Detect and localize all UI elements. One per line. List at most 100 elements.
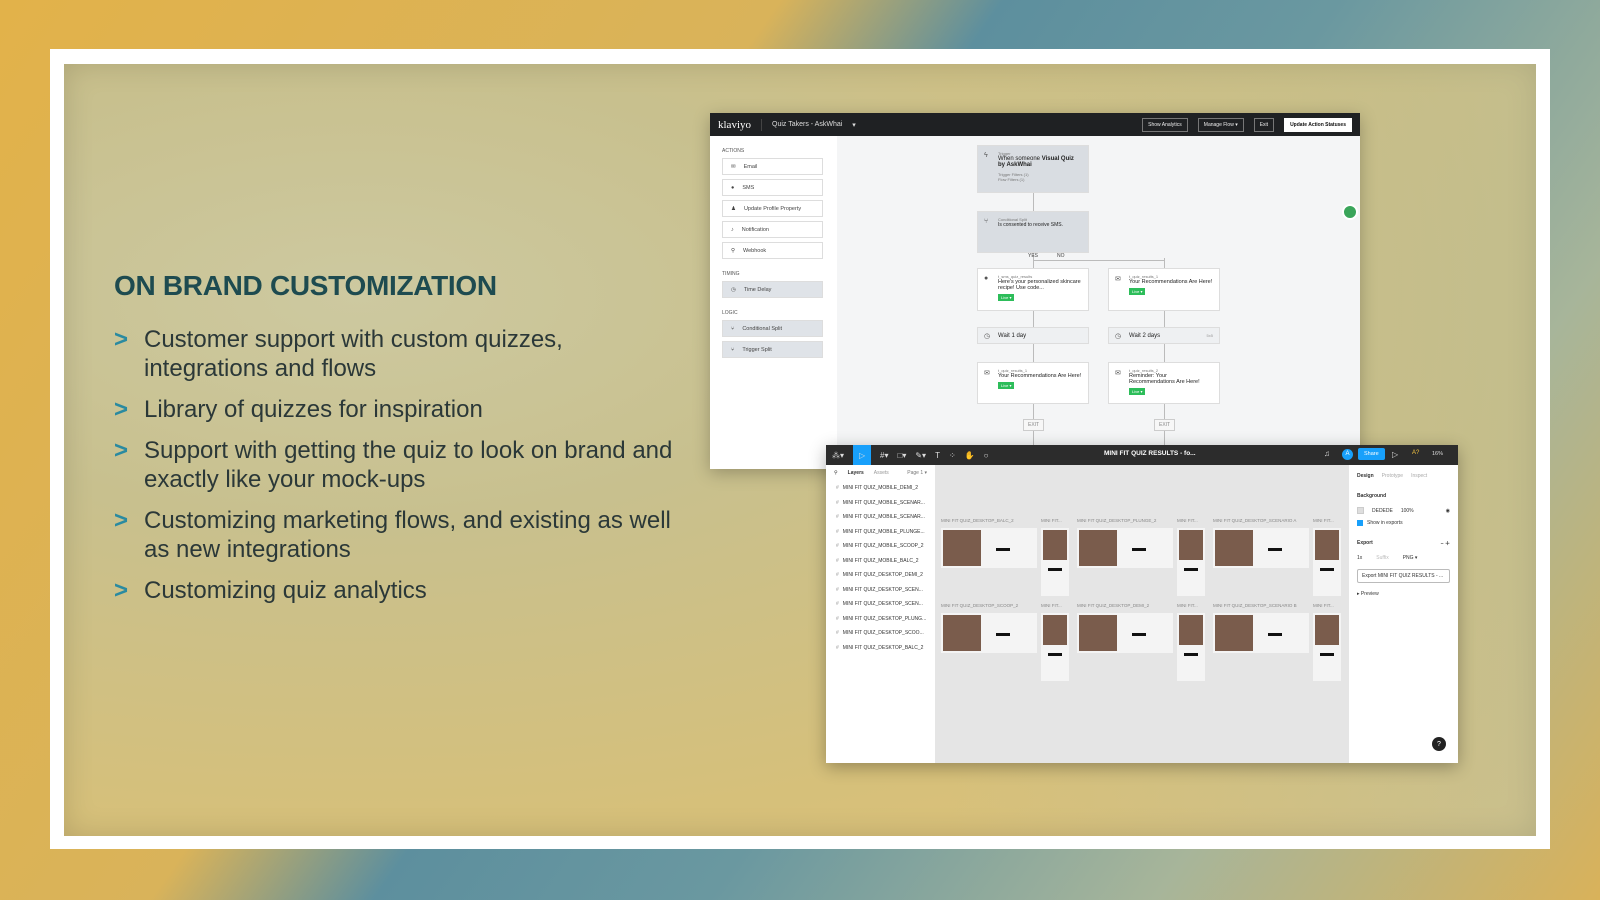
layer-item[interactable]: # MINI FIT QUIZ_DESKTOP_PLUNG... [826, 612, 935, 627]
layer-item[interactable]: # MINI FIT QUIZ_MOBILE_BALC_2 [826, 554, 935, 569]
help-button[interactable]: ? [1432, 737, 1446, 751]
show-exports-checkbox[interactable] [1357, 520, 1363, 526]
sidebar-item-time-delay[interactable]: ◷ Time Delay [722, 281, 823, 298]
frame-icon: # [836, 644, 839, 651]
frame-icon: # [836, 586, 839, 593]
preview-toggle[interactable]: Preview [1361, 591, 1379, 597]
frame-thumbnail[interactable] [941, 613, 1037, 653]
color-swatch[interactable] [1357, 507, 1364, 514]
layer-item[interactable]: # MINI FIT QUIZ_MOBILE_PLUNGE... [826, 525, 935, 540]
checkbox-label: Show in exports [1367, 520, 1403, 526]
flow-name-dropdown[interactable]: Quiz Takers - AskWhai [772, 121, 842, 128]
frame-label: MINI FIT... [1313, 518, 1334, 523]
frame-thumbnail[interactable] [1177, 613, 1205, 681]
component-tool-icon[interactable]: ⁘ [949, 451, 956, 460]
avatar[interactable]: A [1342, 449, 1353, 460]
layer-item[interactable]: # MINI FIT QUIZ_DESKTOP_BALC_2 [826, 641, 935, 656]
update-action-statuses-button[interactable]: Update Action Statuses [1284, 117, 1352, 132]
headphones-icon[interactable]: ♫ [1324, 449, 1330, 458]
layer-item[interactable]: # MINI FIT QUIZ_MOBILE_SCENAR... [826, 510, 935, 525]
bullet-item: > Customer support with custom quizzes, i… [114, 325, 674, 383]
color-hex[interactable]: DEDEDE [1372, 508, 1393, 514]
wait-node[interactable]: ◷ Wait 2 days 5x5 [1108, 327, 1220, 344]
split-icon: ⑂ [731, 325, 735, 332]
frame-thumbnail[interactable] [941, 528, 1037, 568]
frame-icon: # [836, 615, 839, 622]
layer-item[interactable]: # MINI FIT QUIZ_DESKTOP_SCEN... [826, 583, 935, 598]
frame-thumbnail[interactable] [1177, 528, 1205, 596]
klaviyo-logo: klaviyo [718, 118, 762, 131]
lightning-icon: ϟ [984, 152, 988, 159]
layer-item[interactable]: # MINI FIT QUIZ_DESKTOP_SCEN... [826, 597, 935, 612]
trigger-node[interactable]: ϟ Trigger When someone Visual Quiz by AskW… [977, 145, 1089, 193]
sidebar-item-webhook[interactable]: ⚲ Webhook [722, 242, 823, 259]
share-button[interactable]: Share [1358, 448, 1385, 460]
eye-icon[interactable]: ◉ [1446, 508, 1450, 514]
search-icon[interactable]: ⚲ [834, 470, 838, 476]
email-message-node[interactable]: ✉ t_quiz_results_1 Your Recommendations Ar… [1108, 268, 1220, 311]
sidebar-item-update-profile[interactable]: ♟ Update Profile Property [722, 200, 823, 217]
background-heading: Background [1357, 493, 1387, 499]
layer-item[interactable]: # MINI FIT QUIZ_MOBILE_DEMI_2 [826, 481, 935, 496]
item-label: Notification [741, 226, 769, 233]
bullet-item: > Customizing quiz analytics [114, 576, 674, 605]
frame-thumbnail[interactable] [1041, 613, 1069, 681]
text-tool-icon[interactable]: T [935, 451, 940, 460]
pen-tool-icon[interactable]: ✎▾ [915, 451, 926, 460]
frame-thumbnail[interactable] [1077, 613, 1173, 653]
hand-tool-icon[interactable]: ✋ [965, 451, 975, 460]
frame-tool-icon[interactable]: #▾ [880, 451, 888, 460]
email-icon: ✉ [1115, 276, 1121, 283]
help-widget-icon[interactable] [1342, 204, 1358, 220]
email-message-node[interactable]: ✉ t_quiz_results_1 Your Recommendations Ar… [977, 362, 1089, 404]
file-title[interactable]: MINI FIT QUIZ RESULTS - fo... [1104, 450, 1196, 457]
layer-item[interactable]: # MINI FIT QUIZ_DESKTOP_SCOO... [826, 626, 935, 641]
frame-thumbnail[interactable] [1213, 613, 1309, 653]
show-analytics-button[interactable]: Show Analytics [1142, 117, 1188, 132]
frame-label: MINI FIT... [1041, 603, 1062, 608]
frame-thumbnail[interactable] [1313, 528, 1341, 596]
move-tool-icon[interactable]: ▷ [853, 445, 872, 465]
frame-thumbnail[interactable] [1313, 613, 1341, 681]
export-scale[interactable]: 1x [1357, 555, 1362, 561]
tab-layers[interactable]: Layers [848, 470, 864, 476]
tab-prototype[interactable]: Prototype [1382, 473, 1403, 479]
present-icon[interactable]: ▷ [1392, 450, 1398, 459]
layer-item[interactable]: # MINI FIT QUIZ_DESKTOP_DEMI_2 [826, 568, 935, 583]
font-warning-icon[interactable]: A? [1412, 450, 1419, 456]
tab-design[interactable]: Design [1357, 473, 1374, 479]
yes-label: YES [1028, 253, 1039, 259]
sidebar-item-conditional-split[interactable]: ⑂ Conditional Split [722, 320, 823, 337]
frame-thumbnail[interactable] [1077, 528, 1173, 568]
exit-button[interactable]: Exit [1253, 117, 1275, 132]
wait-node[interactable]: ◷ Wait 1 day [977, 327, 1089, 344]
sidebar-item-trigger-split[interactable]: ⑂ Trigger Split [722, 341, 823, 358]
layer-item[interactable]: # MINI FIT QUIZ_MOBILE_SCOOP_2 [826, 539, 935, 554]
sidebar-item-email[interactable]: ✉ Email [722, 158, 823, 175]
tab-assets[interactable]: Assets [874, 470, 889, 476]
add-export-icon[interactable]: − ＋ [1441, 540, 1450, 547]
shape-tool-icon[interactable]: □▾ [897, 451, 906, 460]
email-message-node[interactable]: ✉ t_quiz_results_2 Reminder: Your Recommen… [1108, 362, 1220, 404]
export-heading: Export [1357, 540, 1373, 546]
zoom-level[interactable]: 16% [1432, 451, 1443, 457]
layer-item[interactable]: # MINI FIT QUIZ_MOBILE_SCENAR... [826, 496, 935, 511]
figma-menu-icon[interactable]: ⁂▾ [832, 451, 844, 460]
manage-flow-button[interactable]: Manage Flow ▾ [1197, 117, 1244, 132]
conditional-split-node[interactable]: ⑂ Conditional Split Is consented to receiv… [977, 211, 1089, 253]
page-dropdown[interactable]: Page 1 ▾ [907, 470, 927, 476]
export-button[interactable]: Export MINI FIT QUIZ RESULTS - ... [1357, 569, 1450, 583]
suffix-input[interactable]: Suffix [1376, 555, 1388, 561]
frame-label: MINI FIT QUIZ_DESKTOP_SCENARIO A [1213, 518, 1297, 523]
frame-thumbnail[interactable] [1213, 528, 1309, 568]
comment-tool-icon[interactable]: ○ [984, 451, 989, 460]
canvas[interactable]: MINI FIT QUIZ_DESKTOP_BALC_2 MINI FIT... M… [935, 465, 1349, 763]
tab-inspect[interactable]: Inspect [1411, 473, 1427, 479]
frame-thumbnail[interactable] [1041, 528, 1069, 596]
sidebar-item-notification[interactable]: ♪ Notification [722, 221, 823, 238]
sidebar-item-sms[interactable]: ● SMS [722, 179, 823, 196]
opacity-value[interactable]: 100% [1401, 508, 1414, 514]
format-select[interactable]: PNG ▾ [1403, 555, 1418, 561]
connector [1033, 260, 1164, 261]
sms-message-node[interactable]: ● t_sms_quiz_results Here's your personali… [977, 268, 1089, 311]
